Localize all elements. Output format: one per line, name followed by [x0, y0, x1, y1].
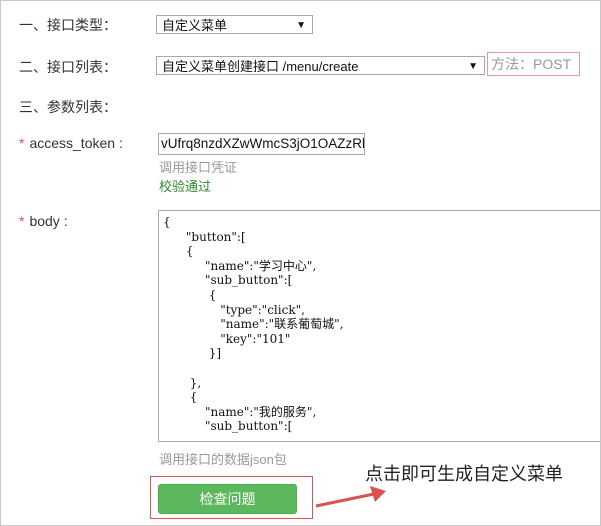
interface-list-label: 二、接口列表：	[19, 59, 117, 75]
body-label-text: body :	[29, 213, 68, 229]
params-label: 三、参数列表：	[19, 99, 117, 115]
interface-list-select[interactable]: 自定义菜单创建接口 /menu/create ▼	[156, 56, 485, 75]
body-hint: 调用接口的数据json包	[159, 452, 287, 467]
access-token-input[interactable]: vUfrq8nzdXZwWmcS3jO1OAZzRl	[158, 133, 365, 155]
required-mark: *	[19, 213, 25, 229]
access-token-label-text: access_token :	[29, 135, 123, 151]
required-mark: *	[19, 135, 25, 151]
access-token-status: 校验通过	[159, 179, 212, 194]
body-textarea[interactable]: { "button":[ { "name":"学习中心", "sub_butto…	[158, 210, 600, 442]
body-label: * body :	[19, 213, 68, 229]
chevron-down-icon: ▼	[296, 20, 306, 31]
check-button[interactable]: 检查问题	[158, 484, 297, 514]
interface-list-value: 自定义菜单创建接口 /menu/create	[162, 59, 359, 74]
access-token-hint: 调用接口凭证	[159, 160, 238, 175]
annotation-note: 点击即可生成自定义菜单	[365, 464, 563, 484]
method-badge: 方法：POST	[487, 52, 580, 76]
chevron-down-icon: ▼	[468, 61, 478, 72]
access-token-label: * access_token :	[19, 135, 123, 151]
interface-type-select[interactable]: 自定义菜单 ▼	[156, 15, 313, 34]
body-json-content: { "button":[ { "name":"学习中心", "sub_butto…	[163, 215, 344, 434]
interface-type-label: 一、接口类型：	[19, 17, 117, 33]
interface-type-value: 自定义菜单	[162, 18, 228, 33]
